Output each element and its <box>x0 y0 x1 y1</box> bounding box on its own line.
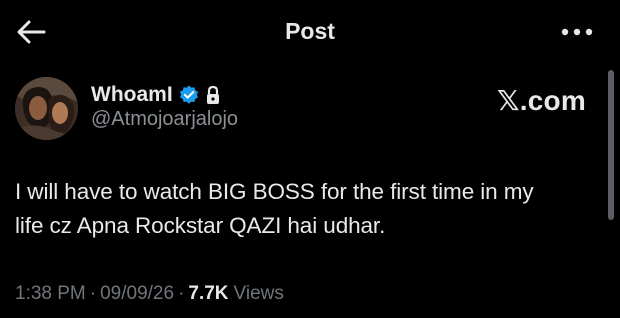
scrollbar-thumb[interactable] <box>608 70 614 220</box>
tweet-meta: 1:38 PM · 09/09/26 · 7.7K Views <box>15 283 284 305</box>
meta-separator: · <box>89 283 97 304</box>
verified-badge-icon <box>179 85 198 104</box>
arrow-left-icon <box>17 20 46 44</box>
avatar[interactable] <box>15 77 78 140</box>
more-horizontal-icon <box>561 28 593 36</box>
tweet-text: I will have to watch BIG BOSS for the fi… <box>15 179 534 238</box>
more-options-button[interactable] <box>556 18 598 46</box>
author-name-row: WhoamI <box>91 82 221 108</box>
views-count: 7.7K <box>188 283 229 304</box>
page-title: Post <box>285 18 335 44</box>
back-button[interactable] <box>14 16 48 48</box>
source-watermark: 𝕏.com <box>497 85 586 116</box>
meta-separator: · <box>178 283 185 304</box>
lock-icon <box>206 85 219 104</box>
tweet-time[interactable]: 1:38 PM <box>15 283 86 305</box>
avatar-image <box>15 77 78 140</box>
author-handle[interactable]: @Atmojoarjalojo <box>91 108 238 131</box>
tweet-date[interactable]: 09/09/26 <box>100 283 174 305</box>
author-display-name[interactable]: WhoamI <box>91 83 173 107</box>
top-bar: Post <box>0 0 620 62</box>
views-label: Views <box>233 283 284 304</box>
